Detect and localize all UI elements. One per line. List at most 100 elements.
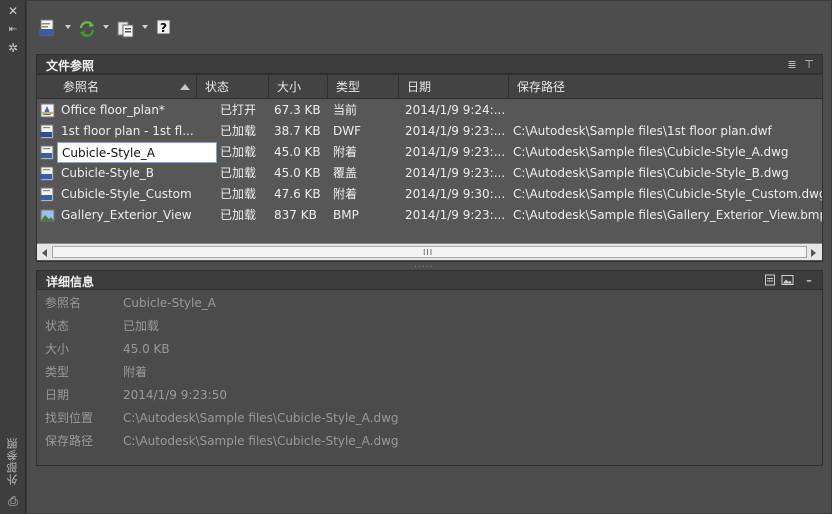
status-cell: 已加载: [220, 187, 257, 201]
status-cell: 已加载: [220, 208, 257, 222]
svg-text:?: ?: [160, 21, 167, 35]
status-cell: 已加载: [220, 166, 257, 180]
scrollbar-thumb[interactable]: III: [52, 246, 807, 258]
properties-icon[interactable]: ✲: [4, 41, 22, 55]
status-cell: 已加载: [220, 145, 257, 159]
change-path-dropdown-arrow[interactable]: [142, 25, 148, 29]
size-cell: 45.0 KB: [274, 145, 321, 159]
image-file-icon: [40, 208, 55, 223]
details-title: 详细信息: [46, 275, 95, 289]
horizontal-scrollbar[interactable]: III: [37, 243, 822, 260]
column-header-type[interactable]: 类型: [328, 75, 399, 99]
details-view-icon[interactable]: [763, 274, 777, 288]
current-drawing-icon: [40, 103, 55, 118]
table-row[interactable]: Cubicle-Style_Custom 已加载 47.6 KB 附着 2014/1/9…: [37, 184, 823, 205]
sort-ascending-icon: [180, 84, 190, 90]
type-cell: 附着: [333, 145, 358, 159]
change-path-icon[interactable]: [117, 19, 135, 39]
detail-value: 附着: [123, 365, 148, 379]
saved-path-cell: C:\Autodesk\Sample files\Cubicle-Style_A…: [513, 145, 789, 159]
type-cell: BMP: [333, 208, 359, 222]
table-row[interactable]: Cubicle-Style_B 已加载 45.0 KB 覆盖 2014/1/9 9:23…: [37, 163, 822, 184]
column-header-date[interactable]: 日期: [399, 75, 509, 99]
reference-name-cell: Cubicle-Style_Custom: [61, 187, 192, 201]
panel-splitter[interactable]: .....: [36, 260, 823, 270]
table-row[interactable]: Gallery_Exterior_View 已加载 837 KB BMP 2014/1/…: [37, 205, 823, 226]
palette-title-strip: ✕ ⇤ ✲ 外部参照 ⎙: [0, 0, 26, 514]
size-cell: 38.7 KB: [274, 124, 321, 138]
detail-value: Cubicle-Style_A: [123, 296, 216, 310]
detail-value: C:\Autodesk\Sample files\Cubicle-Style_A…: [123, 434, 399, 448]
reference-name-cell: Cubicle-Style_A: [57, 142, 217, 163]
file-references-header[interactable]: 文件参照 ≣ ⊤: [36, 54, 823, 74]
details-panel: 参照名 Cubicle-Style_A 状态 已加载大小 45.0 KB 类型 附着日期 20…: [36, 290, 823, 466]
column-header-saved-path[interactable]: 保存路径: [509, 75, 822, 99]
detail-label: 状态: [45, 319, 70, 333]
file-references-list[interactable]: 参照名 状态 大小 类型 日期 保存路径 Office floor_plan* 已…: [36, 74, 823, 262]
table-row[interactable]: Cubicle-Style_A 已加载 45.0 KB 附着 2014/1/9 9:23…: [37, 142, 822, 163]
preview-view-icon[interactable]: [780, 274, 794, 288]
column-header-size[interactable]: 大小: [269, 75, 328, 99]
refresh-dropdown-arrow[interactable]: [103, 25, 109, 29]
date-cell: 2014/1/9 9:23:...: [405, 124, 505, 138]
date-cell: 2014/1/9 9:23:...: [405, 166, 505, 180]
reference-name-cell: 1st floor plan - 1st fl...: [61, 124, 194, 138]
dwf-file-icon: [40, 124, 55, 139]
help-icon[interactable]: ?: [156, 19, 172, 39]
collapse-icon[interactable]: –: [802, 274, 816, 288]
details-header[interactable]: 详细信息 –: [36, 270, 823, 290]
saved-path-cell: C:\Autodesk\Sample files\Cubicle-Style_C…: [513, 187, 823, 201]
external-references-palette: ? 文件参照 ≣ ⊤ 参照名 状态 大小 类型 日期 保存路径 Office f…: [26, 0, 832, 514]
palette-menu-icon[interactable]: ⎙: [4, 494, 22, 508]
size-cell: 837 KB: [274, 208, 317, 222]
detail-value: 45.0 KB: [123, 342, 170, 356]
detail-label: 保存路径: [45, 434, 94, 448]
column-header-name[interactable]: 参照名: [37, 75, 197, 99]
reference-name-cell: Office floor_plan*: [61, 103, 165, 117]
date-cell: 2014/1/9 9:23:...: [405, 145, 505, 159]
type-cell: 覆盖: [333, 166, 358, 180]
attach-dwg-icon[interactable]: [39, 19, 57, 39]
dwg-file-icon: [40, 145, 55, 160]
dwg-file-icon: [40, 187, 55, 202]
scroll-left-arrow[interactable]: [42, 249, 47, 257]
scroll-right-arrow[interactable]: [811, 249, 816, 257]
column-header-row: 参照名 状态 大小 类型 日期 保存路径: [37, 75, 822, 99]
saved-path-cell: [513, 100, 822, 121]
dwg-file-icon: [40, 166, 55, 181]
list-view-icon[interactable]: ≣: [785, 58, 799, 72]
detail-value: C:\Autodesk\Sample files\Cubicle-Style_A…: [123, 411, 399, 425]
column-header-status[interactable]: 状态: [197, 75, 269, 99]
saved-path-cell: C:\Autodesk\Sample files\Gallery_Exterio…: [513, 208, 823, 222]
status-cell: 已打开: [220, 103, 257, 117]
scrollbar-grip: III: [423, 248, 434, 257]
type-cell: 当前: [333, 103, 358, 117]
detail-label: 参照名: [45, 296, 82, 310]
detail-label: 类型: [45, 365, 70, 379]
saved-path-cell: C:\Autodesk\Sample files\Cubicle-Style_B…: [513, 166, 789, 180]
detail-value: 已加载: [123, 319, 160, 333]
autohide-icon[interactable]: ⇤: [4, 23, 22, 37]
detail-label: 大小: [45, 342, 70, 356]
table-row[interactable]: Office floor_plan* 已打开 67.3 KB 当前 2014/1/9 9…: [37, 100, 822, 121]
status-cell: 已加载: [220, 124, 257, 138]
tree-view-icon[interactable]: ⊤: [802, 58, 816, 72]
detail-value: 2014/1/9 9:23:50: [123, 388, 227, 402]
close-icon[interactable]: ✕: [4, 4, 22, 18]
reference-name-cell: Gallery_Exterior_View: [61, 208, 192, 222]
attach-dropdown-arrow[interactable]: [65, 25, 71, 29]
type-cell: DWF: [333, 124, 362, 138]
size-cell: 45.0 KB: [274, 166, 321, 180]
refresh-icon[interactable]: [78, 19, 96, 39]
table-row[interactable]: 1st floor plan - 1st fl... 已加载 38.7 KB DWF 2…: [37, 121, 822, 142]
palette-title: 外部参照: [6, 437, 19, 485]
size-cell: 47.6 KB: [274, 187, 321, 201]
saved-path-cell: C:\Autodesk\Sample files\1st floor plan.…: [513, 124, 772, 138]
detail-label: 找到位置: [45, 411, 94, 425]
reference-name-cell: Cubicle-Style_B: [61, 166, 154, 180]
date-cell: 2014/1/9 9:30:...: [405, 187, 505, 201]
detail-label: 日期: [45, 388, 70, 402]
date-cell: 2014/1/9 9:23:...: [405, 208, 505, 222]
size-cell: 67.3 KB: [274, 103, 321, 117]
splitter-grip: .....: [414, 260, 434, 270]
